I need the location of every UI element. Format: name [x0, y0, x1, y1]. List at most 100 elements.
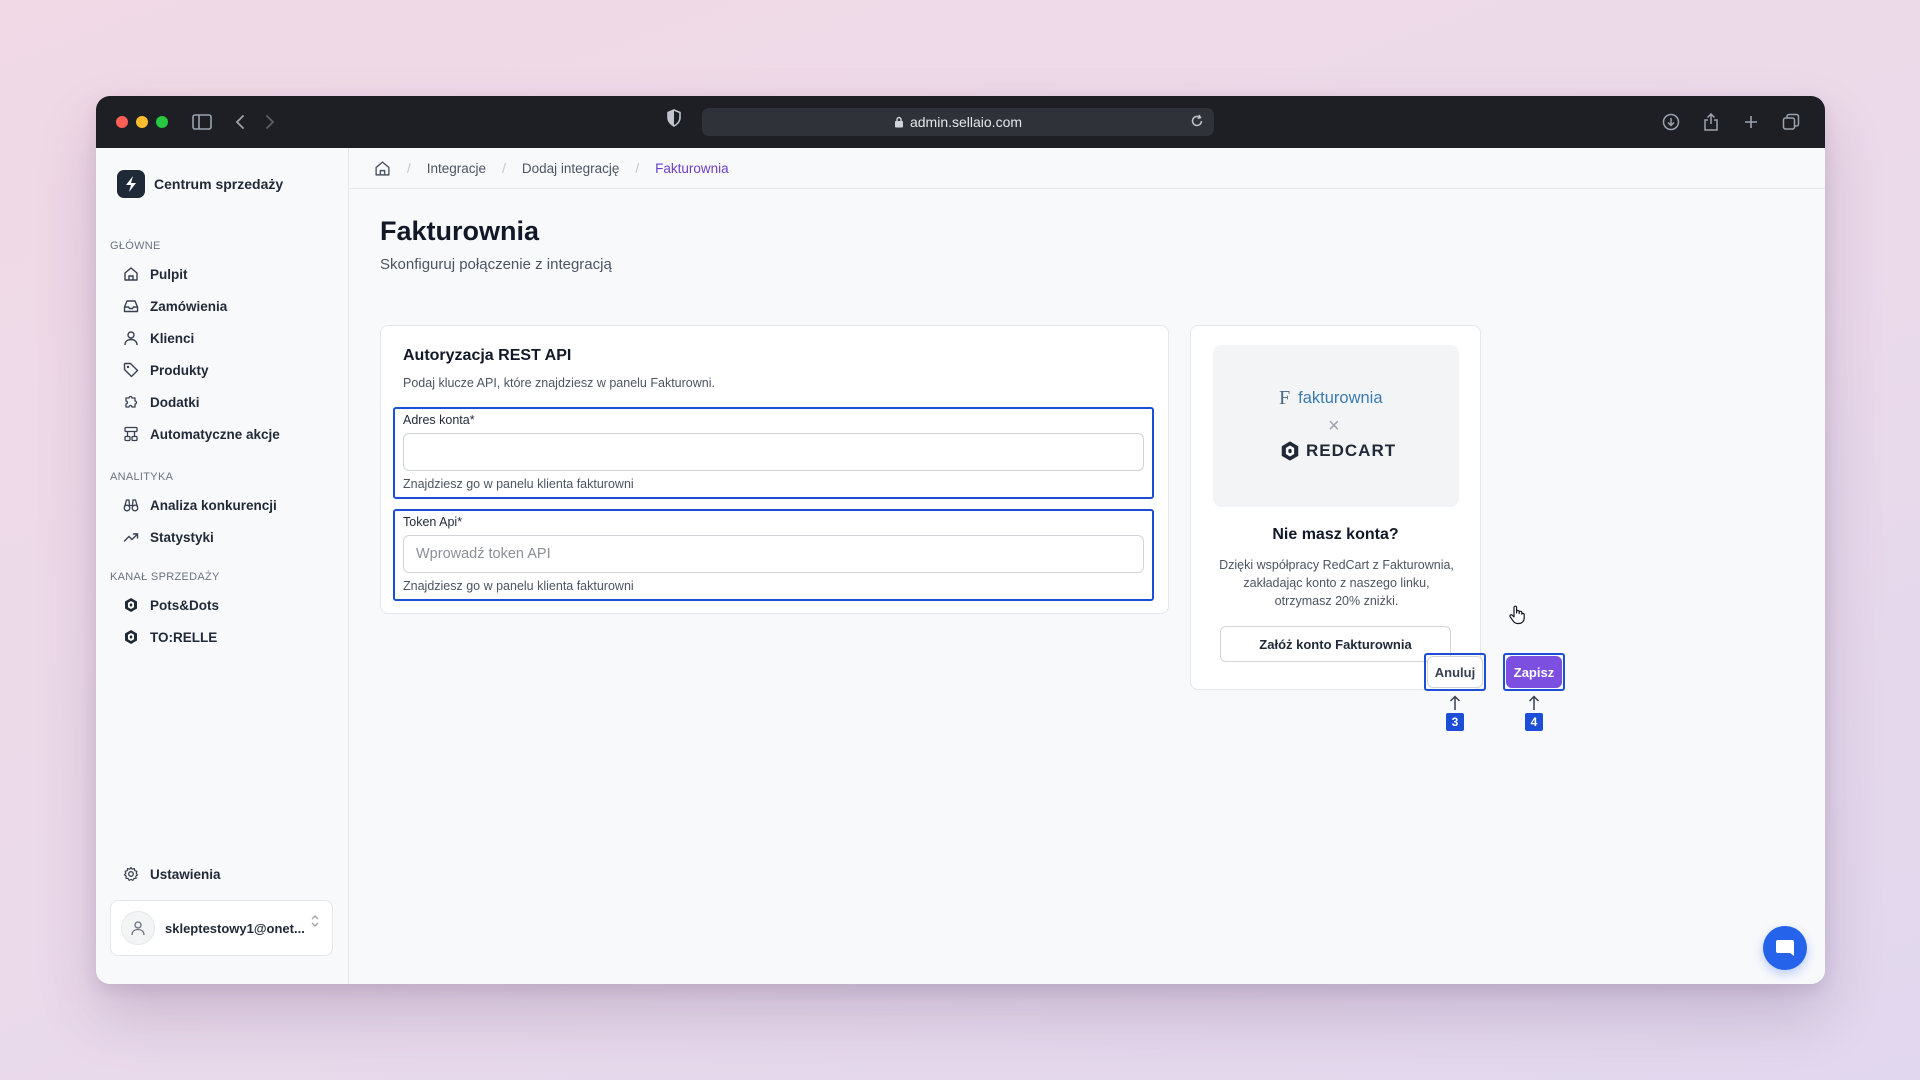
new-tab-icon[interactable] — [1737, 108, 1765, 136]
save-button-frame: Zapisz — [1503, 653, 1565, 691]
annotation-marker-4: 4 — [1525, 695, 1543, 731]
nav-section-analytics: ANALITYKA Analiza konkurencji Statystyki — [110, 471, 335, 553]
nav-section-label: ANALITYKA — [110, 471, 174, 483]
card-title: Autoryzacja REST API — [403, 347, 572, 364]
page-subtitle: Skonfiguruj połączenie z integracją — [380, 256, 612, 273]
sidebar-item-label: Zamówienia — [150, 298, 228, 314]
chat-bubble-icon — [1774, 937, 1796, 959]
sidebar-item-ustawienia[interactable]: Ustawienia — [110, 858, 335, 890]
api-token-hint: Znajdziesz go w panelu klienta fakturown… — [403, 579, 634, 593]
share-icon[interactable] — [1697, 108, 1725, 136]
breadcrumb-item-integracje[interactable]: Integracje — [427, 161, 486, 176]
back-icon[interactable] — [226, 108, 254, 136]
api-token-field-group: Token Api* Znajdziesz go w panelu klient… — [393, 509, 1154, 601]
arrow-up-icon — [1528, 695, 1540, 711]
account-address-field-group: Adres konta* Znajdziesz go w panelu klie… — [393, 407, 1154, 499]
sidebar-item-label: Dodatki — [150, 394, 200, 410]
sidebar-item-label: Pots&Dots — [150, 597, 220, 613]
brand-name: Centrum sprzedaży — [154, 176, 284, 192]
browser-actions — [1657, 108, 1805, 136]
shield-icon[interactable] — [666, 109, 682, 127]
sidebar-item-label: Produkty — [150, 362, 209, 378]
sidebar-item-label: Automatyczne akcje — [150, 426, 280, 442]
sidebar-item-label: Analiza konkurencji — [150, 497, 277, 513]
api-token-label: Token Api* — [403, 515, 463, 529]
minimize-window-button[interactable] — [136, 116, 148, 128]
chevron-up-down-icon — [310, 913, 320, 929]
settings-section: Ustawienia — [110, 858, 335, 890]
workflow-icon — [122, 425, 140, 443]
browser-window: admin.sellaio.com Centrum sprzedaży GŁÓW… — [96, 96, 1825, 984]
nav-section-label: KANAŁ SPRZEDAŻY — [110, 571, 220, 583]
forward-icon[interactable] — [256, 108, 284, 136]
sidebar-item-label: Klienci — [150, 330, 195, 346]
reload-icon[interactable] — [1190, 114, 1204, 128]
sidebar-item-produkty[interactable]: Produkty — [110, 354, 335, 386]
brand[interactable]: Centrum sprzedaży — [117, 170, 283, 198]
browser-toolbar: admin.sellaio.com — [96, 96, 1825, 148]
tabs-overview-icon[interactable] — [1777, 108, 1805, 136]
breadcrumb-item-current: Fakturownia — [655, 160, 729, 176]
account-address-label: Adres konta* — [403, 413, 475, 427]
sidebar: Centrum sprzedaży GŁÓWNE Pulpit Zamówien… — [96, 148, 349, 984]
sidebar-item-pulpit[interactable]: Pulpit — [110, 258, 335, 290]
home-icon[interactable] — [374, 160, 391, 177]
tag-icon — [122, 361, 140, 379]
avatar — [121, 911, 155, 945]
trend-up-icon — [122, 528, 140, 546]
account-address-input[interactable] — [403, 433, 1144, 471]
api-token-input[interactable] — [403, 535, 1144, 573]
annotation-number: 3 — [1446, 713, 1464, 731]
breadcrumb-separator: / — [407, 160, 411, 176]
address-bar[interactable]: admin.sellaio.com — [702, 108, 1214, 136]
arrow-up-icon — [1449, 695, 1461, 711]
sidebar-toggle-icon[interactable] — [188, 108, 216, 136]
zoom-window-button[interactable] — [156, 116, 168, 128]
account-switcher[interactable]: skleptestowy1@onet... — [110, 900, 333, 956]
store-hex-icon — [122, 596, 140, 614]
save-button[interactable]: Zapisz — [1506, 656, 1562, 688]
chat-support-button[interactable] — [1763, 926, 1807, 970]
nav-section-main: GŁÓWNE Pulpit Zamówienia Klienci Produkt… — [110, 240, 335, 450]
store-hex-icon — [122, 628, 140, 646]
gear-icon — [122, 865, 140, 883]
create-fakturownia-account-button[interactable]: Załóż konto Fakturownia — [1220, 626, 1451, 662]
window-controls — [116, 116, 168, 128]
inbox-icon — [122, 297, 140, 315]
download-icon[interactable] — [1657, 108, 1685, 136]
cancel-button-frame: Anuluj — [1424, 653, 1486, 691]
breadcrumb-item-dodaj-integracje[interactable]: Dodaj integrację — [522, 161, 620, 176]
sidebar-item-automatyczne-akcje[interactable]: Automatyczne akcje — [110, 418, 335, 450]
url-text: admin.sellaio.com — [909, 114, 1023, 130]
fakturownia-logo-mark: F — [1279, 387, 1291, 409]
sidebar-item-label: Statystyki — [150, 529, 214, 545]
sidebar-item-analiza-konkurencji[interactable]: Analiza konkurencji — [110, 489, 335, 521]
close-window-button[interactable] — [116, 116, 128, 128]
sidebar-item-dodatki[interactable]: Dodatki — [110, 386, 335, 418]
annotation-number: 4 — [1525, 713, 1543, 731]
fakturownia-logo: F fakturownia — [1279, 387, 1383, 410]
sidebar-item-klienci[interactable]: Klienci — [110, 322, 335, 354]
sidebar-item-label: Pulpit — [150, 266, 188, 282]
promo-title: Nie masz konta? — [1272, 526, 1399, 543]
breadcrumb: / Integracje / Dodaj integrację / Faktur… — [349, 148, 1825, 189]
nav-section-sales-channel: KANAŁ SPRZEDAŻY Pots&Dots TO:RELLE — [110, 571, 335, 653]
sidebar-item-zamowienia[interactable]: Zamówienia — [110, 290, 335, 322]
sidebar-item-statystyki[interactable]: Statystyki — [110, 521, 335, 553]
hand-cursor-icon — [1508, 605, 1526, 630]
brand-logo-icon — [117, 170, 145, 198]
home-icon — [122, 265, 140, 283]
sidebar-item-label: TO:RELLE — [150, 629, 218, 645]
annotation-marker-3: 3 — [1446, 695, 1464, 731]
page-title: Fakturownia — [380, 216, 540, 246]
user-email: skleptestowy1@onet... — [165, 920, 305, 936]
partner-logos: F fakturownia × REDCART — [1213, 345, 1459, 507]
partner-promo-card: F fakturownia × REDCART Nie masz konta? … — [1190, 325, 1481, 690]
sidebar-item-torelle[interactable]: TO:RELLE — [110, 621, 335, 653]
redcart-mark-icon — [1281, 441, 1299, 461]
redcart-logo-text: REDCART — [1306, 441, 1397, 460]
lock-icon — [894, 116, 904, 128]
cancel-button[interactable]: Anuluj — [1427, 656, 1483, 688]
promo-text: Dzięki współpracy RedCart z Fakturownia,… — [1219, 558, 1454, 608]
sidebar-item-pots-dots[interactable]: Pots&Dots — [110, 589, 335, 621]
